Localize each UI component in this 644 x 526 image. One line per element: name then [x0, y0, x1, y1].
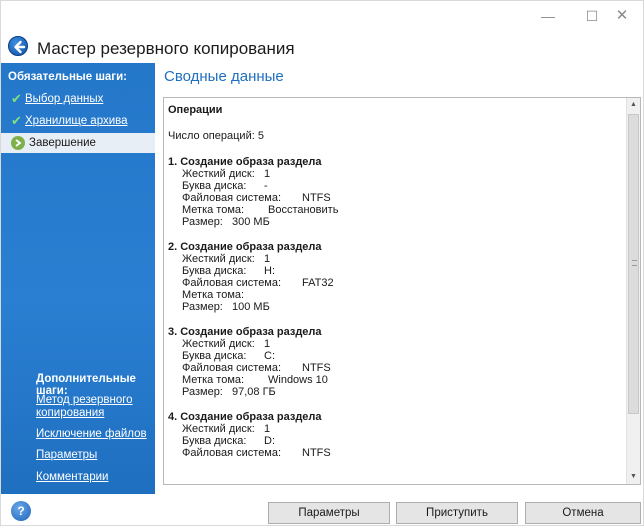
field-value: NTFS: [302, 447, 331, 459]
field-label: Файловая система:: [182, 447, 282, 459]
close-button[interactable]: ✕: [607, 7, 637, 25]
field-label: Метка тома:: [182, 289, 245, 301]
summary-panel[interactable]: Операции Число операций: 5 1. Создание о…: [163, 97, 641, 485]
summary-content: Операции Число операций: 5 1. Создание о…: [168, 104, 624, 459]
field-label: Буква диска:: [182, 265, 247, 277]
page-title: Сводные данные: [164, 68, 284, 85]
field-value: 97,08 ГБ: [232, 386, 276, 398]
title-bar: — ☐ ✕: [1, 1, 643, 31]
steps-sidebar: Обязательные шаги: ✔ Выбор данных ✔ Хран…: [1, 63, 155, 494]
minimize-button[interactable]: —: [533, 7, 563, 25]
proceed-button[interactable]: Приступить: [396, 502, 518, 524]
operation-title: 4. Создание образа раздела: [168, 411, 322, 423]
operations-count: Число операций: 5: [168, 130, 264, 142]
operation-title: 1. Создание образа раздела: [168, 156, 322, 168]
field-value: NTFS: [302, 192, 331, 204]
checkmark-icon: ✔: [11, 113, 22, 128]
operation-title: 3. Создание образа раздела: [168, 326, 322, 338]
sidebar-link-file-exclusion[interactable]: Исключение файлов: [36, 428, 147, 441]
cancel-button[interactable]: Отмена: [525, 502, 641, 524]
sidebar-item-data-selection[interactable]: ✔ Выбор данных: [11, 89, 155, 109]
field-value: H:: [264, 265, 275, 277]
field-value: NTFS: [302, 362, 331, 374]
field-label: Файловая система:: [182, 362, 282, 374]
field-label: Жесткий диск:: [182, 253, 255, 265]
field-value: -: [264, 180, 268, 192]
wizard-window: — ☐ ✕ Мастер резервного копирования Обяз…: [0, 0, 644, 526]
current-step-arrow-icon: [11, 136, 25, 150]
field-value: 1: [264, 168, 271, 180]
field-label: Метка тома:: [182, 204, 245, 216]
field-label: Файловая система:: [182, 277, 282, 289]
field-value: 300 МБ: [232, 216, 270, 228]
operation-block: 2. Создание образа раздела Жесткий диск:…: [168, 241, 624, 313]
field-label: Жесткий диск:: [182, 168, 255, 180]
scrollbar-thumb[interactable]: [628, 114, 639, 414]
back-arrow-icon[interactable]: [8, 36, 28, 56]
field-label: Буква диска:: [182, 435, 247, 447]
field-label: Буква диска:: [182, 350, 247, 362]
operation-block: 3. Создание образа раздела Жесткий диск:…: [168, 326, 624, 398]
wizard-header: Мастер резервного копирования: [1, 31, 643, 61]
sidebar-link-comments[interactable]: Комментарии: [36, 471, 108, 484]
field-value: 1: [264, 338, 271, 350]
required-steps-heading: Обязательные шаги:: [8, 71, 127, 83]
sidebar-item-finish[interactable]: Завершение: [1, 133, 155, 153]
field-value: 100 МБ: [232, 301, 270, 313]
field-value: 1: [264, 253, 271, 265]
parameters-button[interactable]: Параметры: [268, 502, 390, 524]
checkmark-icon: ✔: [11, 91, 22, 106]
sidebar-item-archive-location[interactable]: ✔ Хранилище архива: [11, 111, 155, 131]
sidebar-item-label[interactable]: Хранилище архива: [25, 115, 128, 127]
sidebar-link-backup-method[interactable]: Метод резервного копирования: [36, 394, 133, 420]
field-value: 1: [264, 423, 271, 435]
field-value: FAT32: [302, 277, 334, 289]
scroll-up-arrow-icon[interactable]: ▲: [627, 98, 640, 112]
sidebar-link-label[interactable]: копирования: [36, 407, 133, 420]
grip-icon: [632, 260, 637, 266]
field-label: Жесткий диск:: [182, 338, 255, 350]
scroll-down-arrow-icon[interactable]: ▼: [627, 470, 640, 484]
operation-block: 1. Создание образа раздела Жесткий диск:…: [168, 156, 624, 228]
field-value: Windows 10: [268, 374, 328, 386]
field-label: Метка тома:: [182, 374, 245, 386]
operation-title: 2. Создание образа раздела: [168, 241, 322, 253]
sidebar-item-label: Завершение: [29, 137, 96, 149]
vertical-scrollbar[interactable]: ▲ ▼: [626, 98, 640, 484]
operation-block: 4. Создание образа раздела Жесткий диск:…: [168, 411, 624, 459]
field-value: Восстановить: [268, 204, 339, 216]
sidebar-link-parameters[interactable]: Параметры: [36, 449, 97, 462]
operations-header: Операции: [168, 104, 223, 116]
sidebar-item-label[interactable]: Выбор данных: [25, 93, 103, 105]
field-value: C:: [264, 350, 275, 362]
field-label: Жесткий диск:: [182, 423, 255, 435]
field-label: Размер:: [182, 216, 223, 228]
wizard-title: Мастер резервного копирования: [37, 39, 295, 58]
field-label: Файловая система:: [182, 192, 282, 204]
field-label: Размер:: [182, 386, 223, 398]
sidebar-link-label[interactable]: Метод резервного: [36, 394, 133, 407]
field-label: Буква диска:: [182, 180, 247, 192]
help-icon[interactable]: ?: [11, 501, 31, 521]
field-value: D:: [264, 435, 275, 447]
field-label: Размер:: [182, 301, 223, 313]
maximize-button[interactable]: ☐: [577, 7, 607, 25]
